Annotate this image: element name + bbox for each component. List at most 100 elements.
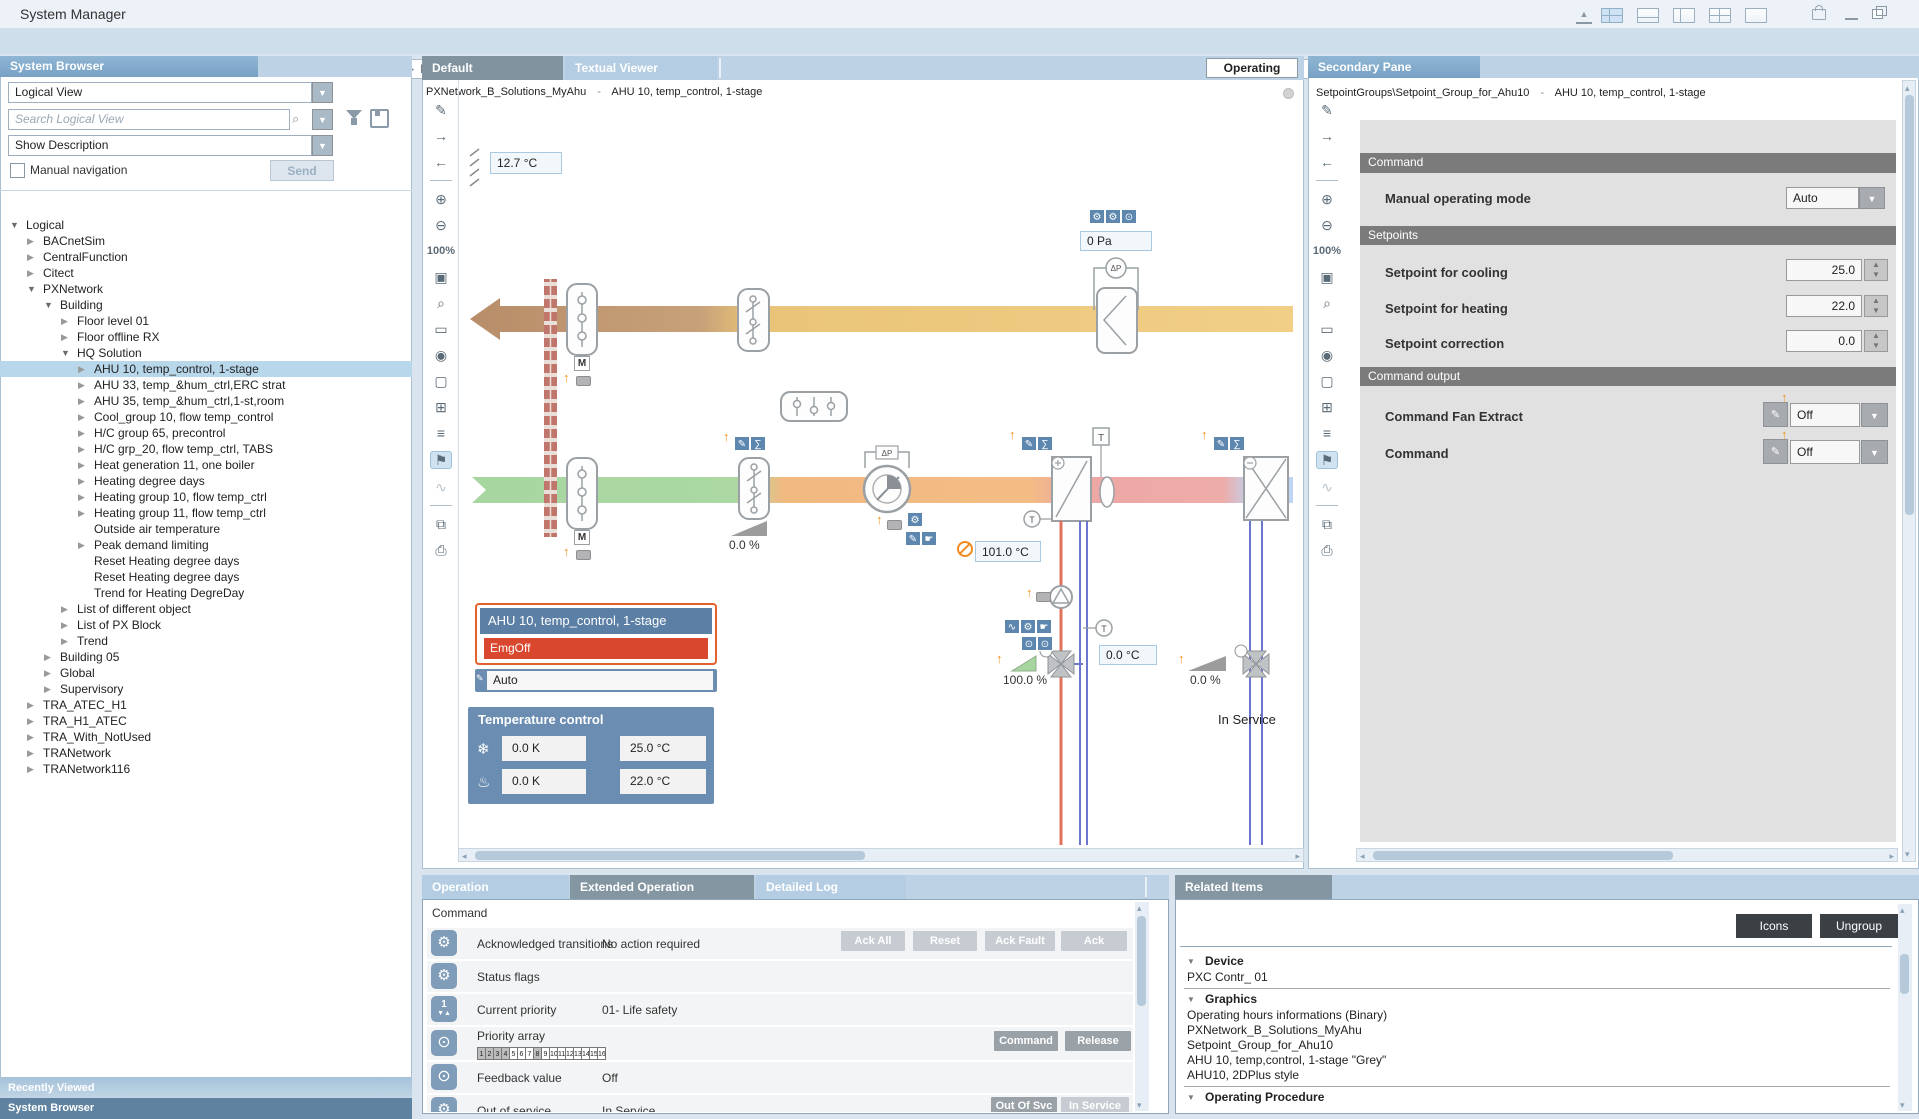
fit-view-icon[interactable]: ▣ bbox=[431, 269, 451, 285]
tree-item-floor-offline-rx[interactable]: ▶Floor offline RX bbox=[0, 329, 412, 345]
damper-linkage-symbol[interactable] bbox=[781, 392, 847, 421]
tree-expand-icon[interactable]: ▶ bbox=[78, 492, 85, 503]
collapse-panel-icon[interactable]: ▲ bbox=[1576, 10, 1592, 24]
layout-quad-icon[interactable] bbox=[1601, 8, 1623, 23]
tab-default[interactable]: Default bbox=[422, 56, 563, 80]
tree-item-label[interactable]: Trend for Heating DegreDay bbox=[94, 586, 244, 600]
gear-icon[interactable]: ⚙ bbox=[907, 512, 923, 527]
tree-expand-icon[interactable]: ▶ bbox=[78, 540, 85, 551]
tree-item-ahu-35-temp-hum-ctrl-1-st-room[interactable]: ▶AHU 35, temp_&hum_ctrl,1-st,room bbox=[0, 393, 412, 409]
ahu-alarm-state[interactable]: EmgOff bbox=[484, 638, 708, 659]
heat-recovery-flap[interactable] bbox=[1097, 288, 1137, 353]
tree-item-global[interactable]: ▶Global bbox=[0, 665, 412, 681]
pencil-icon[interactable]: ✎ bbox=[1763, 439, 1788, 464]
pencil-icon[interactable]: ✎ bbox=[1763, 402, 1788, 427]
tree-expand-icon[interactable]: ▶ bbox=[61, 332, 68, 343]
pen-icon[interactable]: ✎ bbox=[431, 102, 451, 118]
tree-collapse-icon[interactable]: ▼ bbox=[10, 220, 19, 230]
tree-item-label[interactable]: Global bbox=[60, 666, 95, 680]
print-icon[interactable]: ⎙ bbox=[1317, 542, 1337, 558]
supply-fan[interactable]: ΔP bbox=[864, 446, 910, 512]
ahu-state-box[interactable]: AHU 10, temp_control, 1-stage EmgOff bbox=[475, 603, 717, 665]
tree-item-label[interactable]: H/C grp_20, flow temp_ctrl, TABS bbox=[94, 442, 273, 456]
tree-item-label[interactable]: Peak demand limiting bbox=[94, 538, 209, 552]
display-mode-arrow[interactable]: ▼ bbox=[312, 135, 333, 156]
tree-expand-icon[interactable]: ▶ bbox=[27, 716, 34, 727]
cooling-valve[interactable] bbox=[1235, 645, 1269, 677]
heating-delta-value[interactable]: 0.0 K bbox=[502, 769, 586, 794]
tab-textual-viewer[interactable]: Textual Viewer bbox=[565, 56, 717, 80]
zoom-out-icon[interactable]: ⊖ bbox=[431, 217, 451, 233]
hand-icon[interactable]: ☛ bbox=[921, 531, 937, 546]
manual-operating-mode-arrow[interactable]: ▼ bbox=[1859, 187, 1885, 209]
tree-expand-icon[interactable]: ▶ bbox=[27, 700, 34, 711]
setpoint-cooling-value[interactable]: 25.0 bbox=[1786, 259, 1862, 281]
priority-cell-16[interactable]: 16 bbox=[597, 1047, 606, 1060]
tree-expand-icon[interactable]: ▶ bbox=[61, 620, 68, 631]
layout-left-icon[interactable] bbox=[1673, 8, 1695, 23]
tree-item-floor-level-01[interactable]: ▶ Floor level 01 bbox=[0, 313, 412, 329]
flow-temp-sensor[interactable]: T bbox=[1024, 511, 1052, 527]
related-item[interactable]: AHU10, 2DPlus style bbox=[1187, 1068, 1299, 1082]
tree-item-h-c-group-65-precontrol[interactable]: ▶H/C group 65, precontrol bbox=[0, 425, 412, 441]
tree-item-label[interactable]: TRANetwork116 bbox=[43, 762, 130, 776]
related-item[interactable]: PXC Contr_ 01 bbox=[1187, 970, 1268, 984]
pen-icon[interactable]: ✎ bbox=[1317, 102, 1337, 118]
secondary-hscrollbar[interactable]: ◂▸ bbox=[1356, 848, 1898, 862]
tree-item-heating-group-10-flow-temp-ctrl[interactable]: ▶Heating group 10, flow temp_ctrl bbox=[0, 489, 412, 505]
related-item[interactable]: AHU 10, temp,control, 1-stage "Grey" bbox=[1187, 1053, 1386, 1067]
supply-damper-actuator[interactable]: M bbox=[574, 530, 590, 545]
search-arrow[interactable]: ▼ bbox=[312, 109, 333, 130]
pencil-icon[interactable]: ✎ bbox=[905, 531, 921, 546]
tree-expand-icon[interactable]: ▶ bbox=[78, 380, 85, 391]
command-value[interactable]: Off bbox=[1790, 440, 1860, 464]
tree-item-supervisory[interactable]: ▶Supervisory bbox=[0, 681, 412, 697]
related-item[interactable]: PXNetwork_B_Solutions_MyAhu bbox=[1187, 1023, 1362, 1037]
temp-control-box[interactable]: Temperature control ❄ 0.0 K 25.0 °C ♨ 0.… bbox=[468, 707, 714, 804]
fit-view-icon[interactable]: ▣ bbox=[1317, 269, 1337, 285]
command-button[interactable]: Command bbox=[994, 1031, 1058, 1051]
back-icon[interactable]: ← bbox=[1317, 154, 1337, 170]
supply-filter[interactable] bbox=[739, 458, 769, 519]
ahu-mode-combo[interactable]: ✎ Auto bbox=[475, 669, 717, 692]
tree-item-heat-generation-11-one-boiler[interactable]: ▶Heat generation 11, one boiler bbox=[0, 457, 412, 473]
tree-expand-icon[interactable]: ▶ bbox=[78, 476, 85, 487]
tree-item-trend-for-heating-degreday[interactable]: Trend for Heating DegreDay bbox=[0, 585, 412, 601]
tree-item-citect[interactable]: ▶Citect bbox=[0, 265, 412, 281]
tree-item-label[interactable]: AHU 33, temp_&hum_ctrl,ERC strat bbox=[94, 378, 285, 392]
tree-expand-icon[interactable]: ▶ bbox=[61, 316, 68, 327]
operation-vscrollbar[interactable]: ▴▾ bbox=[1135, 902, 1149, 1111]
tree-item-label[interactable]: Citect bbox=[43, 266, 74, 280]
tree-collapse-icon[interactable]: ▼ bbox=[61, 348, 70, 358]
tree-item-label[interactable]: Supervisory bbox=[60, 682, 123, 696]
related-group-device[interactable]: Device bbox=[1205, 954, 1244, 968]
tree-expand-icon[interactable]: ▶ bbox=[27, 748, 34, 759]
tree-expand-icon[interactable]: ▶ bbox=[27, 732, 34, 743]
forward-icon[interactable]: → bbox=[1317, 128, 1337, 144]
tree-item-label[interactable]: Building bbox=[60, 298, 103, 312]
tree-item-label[interactable]: TRA_H1_ATEC bbox=[43, 714, 127, 728]
tree-item-label[interactable]: Cool_group 10, flow temp_control bbox=[94, 410, 273, 424]
tree-expand-icon[interactable]: ▶ bbox=[27, 236, 34, 247]
view-selector[interactable]: Logical View bbox=[8, 82, 312, 103]
heating-pump[interactable] bbox=[1050, 586, 1072, 608]
layout-bottom-icon[interactable] bbox=[1637, 8, 1659, 23]
tree-item-label[interactable]: Floor level 01 bbox=[77, 314, 149, 328]
power-icon[interactable]: ⊙ bbox=[1121, 209, 1137, 224]
out-of-svc-button[interactable]: Out Of Svc bbox=[991, 1097, 1057, 1112]
tree-item-reset-heating-degree-days[interactable]: Reset Heating degree days bbox=[0, 553, 412, 569]
related-item[interactable]: Setpoint_Group_for_Ahu10 bbox=[1187, 1038, 1333, 1052]
tree-item-label[interactable]: H/C group 65, precontrol bbox=[94, 426, 225, 440]
tree-item-bacnetsim[interactable]: ▶BACnetSim bbox=[0, 233, 412, 249]
minimize-icon[interactable] bbox=[1845, 18, 1858, 20]
power-icon[interactable]: ⊙ bbox=[1037, 636, 1053, 651]
tree-item-list-of-px-block[interactable]: ▶List of PX Block bbox=[0, 617, 412, 633]
tree-item-reset-heating-degree-days[interactable]: Reset Heating degree days bbox=[0, 569, 412, 585]
related-group-operating-procedure[interactable]: Operating Procedure bbox=[1205, 1090, 1324, 1104]
menu-icon[interactable]: ≡ bbox=[431, 425, 451, 441]
tab-detailed-log[interactable]: Detailed Log bbox=[756, 875, 906, 899]
tree-item-label[interactable]: HQ Solution bbox=[77, 346, 142, 360]
tree-item-h-c-grp-20-flow-temp-ctrl-tabs[interactable]: ▶H/C grp_20, flow temp_ctrl, TABS bbox=[0, 441, 412, 457]
alarm-temp-value[interactable]: 101.0 °C bbox=[975, 541, 1041, 562]
setpoint-heating-spinner[interactable]: ▲▼ bbox=[1864, 295, 1888, 317]
